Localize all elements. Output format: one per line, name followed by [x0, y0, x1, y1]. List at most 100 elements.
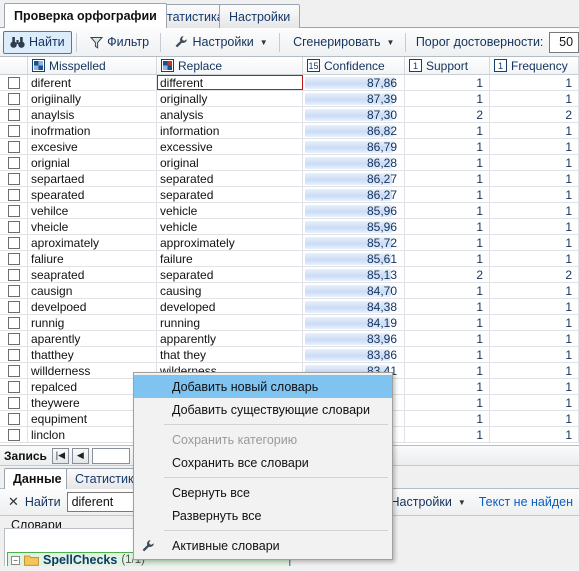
cell-misspelled[interactable]: anaylsis — [28, 107, 157, 122]
table-row[interactable]: aproximately approximately 85,72 1 1 — [0, 235, 579, 251]
cell-frequency[interactable]: 1 — [490, 123, 579, 138]
cell-replace[interactable]: originally — [157, 91, 303, 106]
cell-support[interactable]: 1 — [405, 347, 490, 362]
cell-frequency[interactable]: 1 — [490, 315, 579, 330]
cell-misspelled[interactable]: causign — [28, 283, 157, 298]
cell-frequency[interactable]: 1 — [490, 75, 579, 90]
cell-support[interactable]: 1 — [405, 411, 490, 426]
row-select-checkbox[interactable] — [0, 411, 28, 426]
cell-replace[interactable]: separated — [157, 267, 303, 282]
menu-item[interactable]: Добавить существующие словари — [134, 398, 392, 421]
cell-misspelled[interactable]: vehilce — [28, 203, 157, 218]
cell-confidence[interactable]: 87,86 — [303, 75, 405, 90]
cell-misspelled[interactable]: runnig — [28, 315, 157, 330]
cell-frequency[interactable]: 1 — [490, 251, 579, 266]
cell-confidence[interactable]: 83,96 — [303, 331, 405, 346]
cell-support[interactable]: 1 — [405, 235, 490, 250]
row-select-checkbox[interactable] — [0, 347, 28, 362]
cell-frequency[interactable]: 1 — [490, 347, 579, 362]
cell-confidence[interactable]: 86,82 — [303, 123, 405, 138]
table-row[interactable]: origiinally originally 87,39 1 1 — [0, 91, 579, 107]
cell-support[interactable]: 1 — [405, 315, 490, 330]
row-select-checkbox[interactable] — [0, 155, 28, 170]
cell-misspelled[interactable]: excesive — [28, 139, 157, 154]
cell-misspelled[interactable]: origiinally — [28, 91, 157, 106]
cell-misspelled[interactable]: develpoed — [28, 299, 157, 314]
row-select-checkbox[interactable] — [0, 267, 28, 282]
menu-item[interactable]: Добавить новый словарь — [134, 375, 392, 398]
row-select-checkbox[interactable] — [0, 187, 28, 202]
cell-support[interactable]: 2 — [405, 107, 490, 122]
cell-support[interactable]: 1 — [405, 331, 490, 346]
find-button[interactable]: Найти — [3, 30, 72, 54]
row-select-checkbox[interactable] — [0, 75, 28, 90]
cell-support[interactable]: 1 — [405, 379, 490, 394]
cell-support[interactable]: 2 — [405, 267, 490, 282]
cell-confidence[interactable]: 83,86 — [303, 347, 405, 362]
cell-replace[interactable]: information — [157, 123, 303, 138]
cell-misspelled[interactable]: inofrmation — [28, 123, 157, 138]
cell-confidence[interactable]: 84,19 — [303, 315, 405, 330]
row-select-checkbox[interactable] — [0, 331, 28, 346]
cell-confidence[interactable]: 85,72 — [303, 235, 405, 250]
cell-misspelled[interactable]: separtaed — [28, 171, 157, 186]
table-row[interactable]: runnig running 84,19 1 1 — [0, 315, 579, 331]
cell-support[interactable]: 1 — [405, 219, 490, 234]
table-row[interactable]: spearated separated 86,27 1 1 — [0, 187, 579, 203]
cell-frequency[interactable]: 1 — [490, 187, 579, 202]
cell-frequency[interactable]: 2 — [490, 107, 579, 122]
cell-frequency[interactable]: 1 — [490, 219, 579, 234]
generate-button[interactable]: Сгенерировать ▼ — [286, 31, 401, 54]
cell-frequency[interactable]: 1 — [490, 171, 579, 186]
cell-frequency[interactable]: 1 — [490, 139, 579, 154]
cell-frequency[interactable]: 1 — [490, 411, 579, 426]
cell-support[interactable]: 1 — [405, 203, 490, 218]
cell-confidence[interactable]: 86,27 — [303, 187, 405, 202]
table-row[interactable]: anaylsis analysis 87,30 2 2 — [0, 107, 579, 123]
cell-support[interactable]: 1 — [405, 171, 490, 186]
row-select-checkbox[interactable] — [0, 427, 28, 442]
cell-frequency[interactable]: 1 — [490, 91, 579, 106]
column-header-support[interactable]: 1 Support — [405, 57, 490, 74]
cell-replace[interactable]: original — [157, 155, 303, 170]
row-select-checkbox[interactable] — [0, 123, 28, 138]
row-select-checkbox[interactable] — [0, 363, 28, 378]
cell-support[interactable]: 1 — [405, 187, 490, 202]
cell-confidence[interactable]: 85,96 — [303, 203, 405, 218]
table-row[interactable]: thatthey that they 83,86 1 1 — [0, 347, 579, 363]
cell-frequency[interactable]: 1 — [490, 331, 579, 346]
cell-confidence[interactable]: 86,79 — [303, 139, 405, 154]
cell-misspelled[interactable]: seaprated — [28, 267, 157, 282]
cell-replace[interactable]: separated — [157, 171, 303, 186]
cell-replace[interactable]: analysis — [157, 107, 303, 122]
find-settings-button[interactable]: Настройки ▼ — [384, 491, 473, 514]
cell-support[interactable]: 1 — [405, 363, 490, 378]
row-select-checkbox[interactable] — [0, 91, 28, 106]
menu-item[interactable]: Свернуть все — [134, 481, 392, 504]
menu-item[interactable]: Сохранить все словари — [134, 451, 392, 474]
column-header-frequency[interactable]: 1 Frequency — [490, 57, 579, 74]
cell-confidence[interactable]: 86,27 — [303, 171, 405, 186]
row-select-checkbox[interactable] — [0, 203, 28, 218]
settings-button[interactable]: Настройки ▼ — [167, 31, 274, 54]
cell-replace[interactable]: that they — [157, 347, 303, 362]
cell-confidence[interactable]: 85,13 — [303, 267, 405, 282]
row-select-checkbox[interactable] — [0, 219, 28, 234]
cell-confidence[interactable]: 86,28 — [303, 155, 405, 170]
cell-confidence[interactable]: 85,61 — [303, 251, 405, 266]
cell-misspelled[interactable]: diferent — [28, 75, 157, 90]
table-row[interactable]: orignial original 86,28 1 1 — [0, 155, 579, 171]
cell-misspelled[interactable]: spearated — [28, 187, 157, 202]
cell-frequency[interactable]: 1 — [490, 395, 579, 410]
cell-replace[interactable]: causing — [157, 283, 303, 298]
cell-support[interactable]: 1 — [405, 427, 490, 442]
table-row[interactable]: seaprated separated 85,13 2 2 — [0, 267, 579, 283]
cell-frequency[interactable]: 1 — [490, 155, 579, 170]
cell-misspelled[interactable]: orignial — [28, 155, 157, 170]
cell-support[interactable]: 1 — [405, 251, 490, 266]
cell-confidence[interactable]: 85,96 — [303, 219, 405, 234]
cell-confidence[interactable]: 84,70 — [303, 283, 405, 298]
cell-replace[interactable]: failure — [157, 251, 303, 266]
cell-confidence[interactable]: 84,38 — [303, 299, 405, 314]
cell-support[interactable]: 1 — [405, 283, 490, 298]
